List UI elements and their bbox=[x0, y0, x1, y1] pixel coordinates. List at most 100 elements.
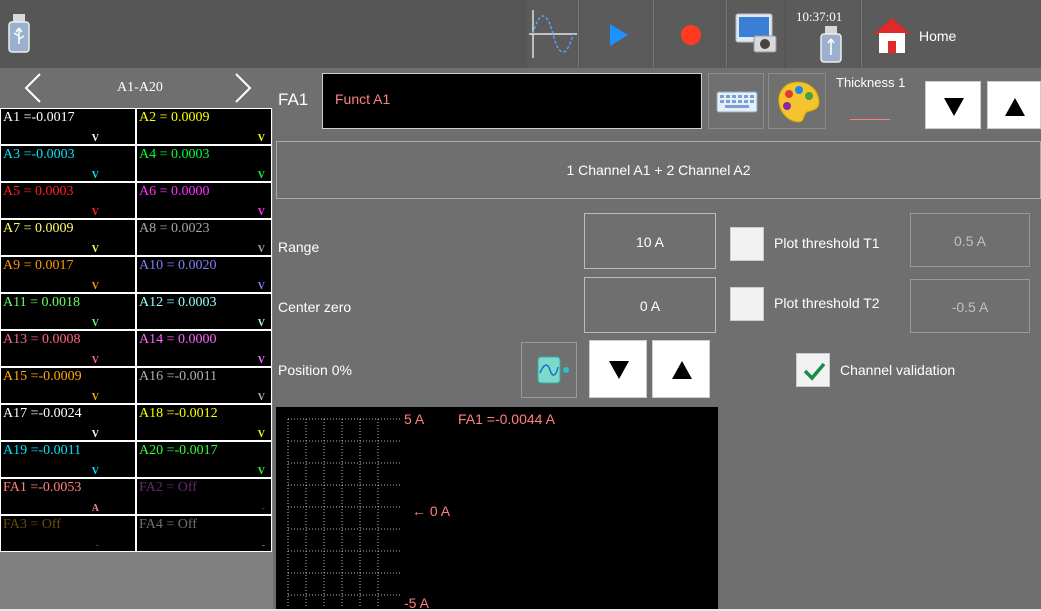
channel-validation-checkbox[interactable] bbox=[796, 353, 830, 387]
function-row: FA1 Funct A1 Thickness 1 bbox=[276, 68, 1041, 134]
channel-unit: V bbox=[91, 318, 99, 329]
channel-cell[interactable]: A18 =-0.0012 V bbox=[136, 404, 272, 441]
usb-icon[interactable] bbox=[8, 14, 30, 54]
position-down-button[interactable] bbox=[589, 340, 647, 398]
channel-unit: V bbox=[257, 133, 265, 144]
channel-unit: V bbox=[91, 133, 99, 144]
channel-cell[interactable]: A11 = 0.0018 V bbox=[0, 293, 136, 330]
channel-unit: V bbox=[257, 170, 265, 181]
channel-cell[interactable]: A19 =-0.0011 V bbox=[0, 441, 136, 478]
triangle-down-icon bbox=[944, 98, 964, 116]
app-window: 10:37:01 Home A1-A20 A1 =-0.0017 V A2 = … bbox=[0, 0, 1041, 611]
channel-value: A18 =-0.0012 bbox=[139, 406, 218, 421]
channel-page-nav: A1-A20 bbox=[0, 68, 273, 108]
function-name-field[interactable]: Funct A1 bbox=[322, 73, 702, 129]
center-zero-label: Center zero bbox=[278, 299, 352, 315]
channel-cell[interactable]: A2 = 0.0009 V bbox=[136, 108, 272, 145]
range-field[interactable]: 10 A bbox=[584, 213, 716, 269]
color-palette-button[interactable] bbox=[768, 73, 826, 129]
channel-value: A1 =-0.0017 bbox=[3, 110, 75, 125]
position-reset-button[interactable] bbox=[521, 342, 577, 398]
channel-value: A3 =-0.0003 bbox=[3, 147, 75, 162]
plot-zero-label: ← 0 A bbox=[412, 503, 451, 519]
channel-cell[interactable]: A14 = 0.0000 V bbox=[136, 330, 272, 367]
channel-value: A14 = 0.0000 bbox=[139, 332, 217, 347]
screenshot-button[interactable] bbox=[728, 0, 784, 68]
channel-value: A11 = 0.0018 bbox=[3, 295, 80, 310]
channel-cell[interactable]: A4 = 0.0003 V bbox=[136, 145, 272, 182]
thickness-decrease-button[interactable] bbox=[925, 81, 981, 129]
channel-cell[interactable]: FA2 = Off - bbox=[136, 478, 272, 515]
channel-unit: V bbox=[91, 281, 99, 292]
channel-unit: - bbox=[261, 540, 265, 551]
threshold-t2-field[interactable]: -0.5 A bbox=[910, 279, 1030, 333]
threshold-t1-field[interactable]: 0.5 A bbox=[910, 213, 1030, 267]
thickness-increase-button[interactable] bbox=[987, 81, 1041, 129]
keyboard-icon bbox=[716, 91, 758, 113]
triangle-down-icon bbox=[609, 361, 629, 379]
preview-plot: 5 A FA1 =-0.0044 A ← 0 A -5 A bbox=[276, 407, 718, 611]
chevron-left-icon[interactable] bbox=[18, 72, 48, 104]
position-up-button[interactable] bbox=[652, 340, 710, 398]
channel-unit: - bbox=[261, 503, 265, 514]
channel-cell[interactable]: A10 = 0.0020 V bbox=[136, 256, 272, 293]
channel-value: A17 =-0.0024 bbox=[3, 406, 82, 421]
formula-bar[interactable]: 1 Channel A1 + 2 Channel A2 bbox=[276, 141, 1041, 199]
channel-unit: V bbox=[257, 355, 265, 366]
channel-cell[interactable]: A20 =-0.0017 V bbox=[136, 441, 272, 478]
threshold-t2-value: -0.5 A bbox=[951, 299, 989, 315]
record-button[interactable] bbox=[655, 0, 727, 68]
center-zero-field[interactable]: 0 A bbox=[584, 277, 716, 333]
channel-value: FA2 = Off bbox=[139, 480, 197, 495]
channel-unit: V bbox=[257, 207, 265, 218]
position-label: Position 0% bbox=[278, 362, 352, 378]
channel-cell[interactable]: A17 =-0.0024 V bbox=[0, 404, 136, 441]
threshold-t2-checkbox[interactable] bbox=[730, 287, 764, 321]
channel-cell[interactable]: A1 =-0.0017 V bbox=[0, 108, 136, 145]
channel-value: A13 = 0.0008 bbox=[3, 332, 81, 347]
channel-value: A16 =-0.0011 bbox=[139, 369, 218, 384]
channel-cell[interactable]: A7 = 0.0009 V bbox=[0, 219, 136, 256]
keyboard-button[interactable] bbox=[708, 73, 764, 129]
threshold-t1-checkbox[interactable] bbox=[730, 227, 764, 261]
range-label: Range bbox=[278, 239, 320, 255]
channel-value: FA3 = Off bbox=[3, 517, 61, 532]
clock-usb-cell: 10:37:01 bbox=[786, 0, 860, 68]
channel-cell[interactable]: A6 = 0.0000 V bbox=[136, 182, 272, 219]
channel-cell[interactable]: FA1 =-0.0053 A bbox=[0, 478, 136, 515]
channel-value: FA4 = Off bbox=[139, 517, 197, 532]
threshold-t2-label: Plot threshold T2 bbox=[774, 295, 880, 311]
position-icon bbox=[537, 356, 569, 384]
function-name-text: Funct A1 bbox=[335, 91, 391, 107]
palette-icon bbox=[778, 81, 820, 123]
waveform-button[interactable] bbox=[527, 0, 579, 68]
triangle-up-icon bbox=[1005, 98, 1025, 116]
channel-unit: V bbox=[257, 318, 265, 329]
channel-cell[interactable]: A12 = 0.0003 V bbox=[136, 293, 272, 330]
channel-cell[interactable]: A3 =-0.0003 V bbox=[0, 145, 136, 182]
channel-cell[interactable]: A8 = 0.0023 V bbox=[136, 219, 272, 256]
channel-unit: V bbox=[257, 466, 265, 477]
scale-settings: Range 10 A Center zero 0 A Position 0% bbox=[276, 207, 718, 402]
usb-icon[interactable] bbox=[820, 26, 842, 64]
channel-value: A19 =-0.0011 bbox=[3, 443, 82, 458]
plot-grid bbox=[287, 418, 401, 607]
channel-cell[interactable]: FA4 = Off - bbox=[136, 515, 272, 552]
channel-page-label: A1-A20 bbox=[117, 80, 163, 95]
channel-value: A4 = 0.0003 bbox=[139, 147, 210, 162]
channel-cell[interactable]: A15 =-0.0009 V bbox=[0, 367, 136, 404]
channel-value: A15 =-0.0009 bbox=[3, 369, 82, 384]
channel-cell[interactable]: A13 = 0.0008 V bbox=[0, 330, 136, 367]
channel-cell[interactable]: A9 = 0.0017 V bbox=[0, 256, 136, 293]
channel-cell[interactable]: A16 =-0.0011 V bbox=[136, 367, 272, 404]
channel-value: A8 = 0.0023 bbox=[139, 221, 210, 236]
channel-unit: V bbox=[91, 392, 99, 403]
record-icon bbox=[681, 25, 701, 45]
play-button[interactable] bbox=[580, 0, 654, 68]
empty-panel bbox=[722, 407, 1041, 609]
plot-top-label: 5 A bbox=[404, 411, 425, 427]
channel-cell[interactable]: A5 = 0.0003 V bbox=[0, 182, 136, 219]
chevron-right-icon[interactable] bbox=[228, 72, 258, 104]
channel-cell[interactable]: FA3 = Off - bbox=[0, 515, 136, 552]
home-button[interactable]: Home bbox=[861, 0, 1041, 68]
